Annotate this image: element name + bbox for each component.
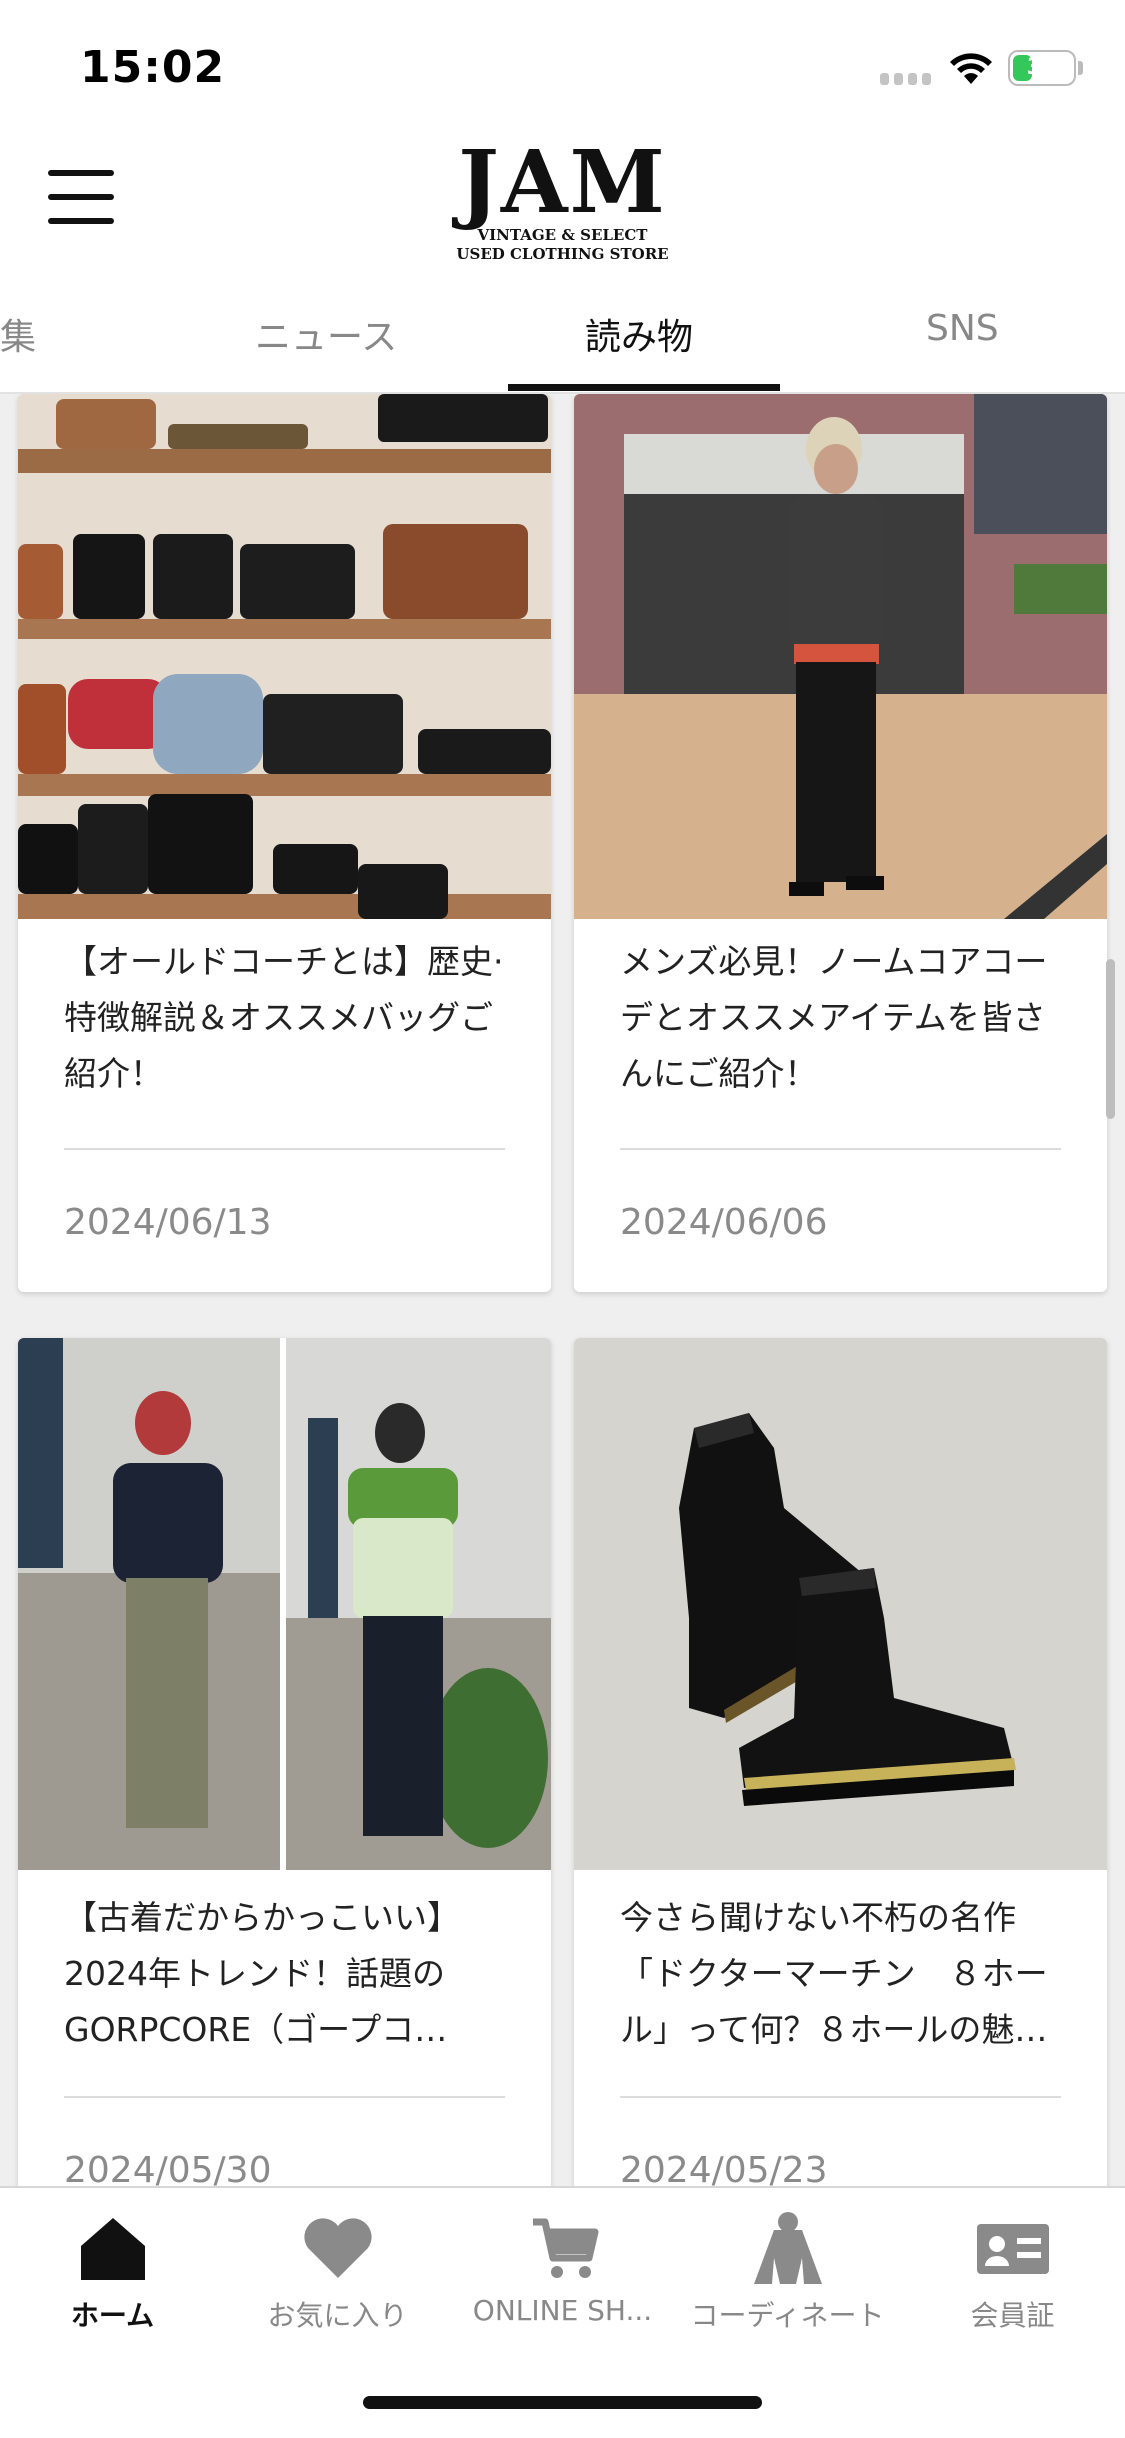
cart-icon — [532, 2218, 598, 2278]
nav-label: お気に入り — [267, 2299, 408, 2332]
article-card[interactable]: メンズ必見！ノームコアコーデとオススメアイテムを皆さんにご紹介！ 2024/06… — [574, 394, 1107, 1292]
home-icon — [80, 2218, 145, 2280]
nav-label: ホーム — [70, 2299, 155, 2332]
logo-main-text: JAM — [458, 132, 667, 233]
cellular-signal-icon — [880, 70, 936, 89]
nav-label: コーディネート — [690, 2299, 885, 2332]
article-title: 【古着だからかっこいい】2024年トレンド！話題のGORPCORE（ゴープコ… — [64, 1898, 460, 2049]
app-header: JAM VINTAGE & SELECT USED CLOTHING STORE — [0, 130, 1125, 270]
home-indicator[interactable] — [363, 2396, 762, 2409]
tab-sns[interactable]: SNS — [926, 308, 999, 349]
article-image-gorpcore — [18, 1338, 551, 1870]
article-date: 2024/05/30 — [64, 2150, 272, 2186]
logo-line-1: VINTAGE & SELECT — [477, 226, 648, 244]
nav-member-card[interactable]: 会員証 — [900, 2208, 1125, 2334]
jacket-icon — [753, 2212, 822, 2284]
active-tab-indicator — [508, 384, 780, 391]
status-bar: 15:02 30 — [0, 0, 1125, 130]
divider — [620, 1148, 1061, 1150]
article-card[interactable]: 【古着だからかっこいい】2024年トレンド！話題のGORPCORE（ゴープコ… … — [18, 1338, 551, 2186]
divider — [64, 1148, 505, 1150]
nav-coordinate[interactable]: コーディネート — [675, 2208, 900, 2334]
nav-online-shop[interactable]: ONLINE SH... — [450, 2208, 675, 2327]
article-title: メンズ必見！ノームコアコーデとオススメアイテムを皆さんにご紹介！ — [620, 942, 1048, 1093]
category-tabs: 集 ニュース 読み物 SNS — [0, 280, 1125, 394]
divider — [620, 2096, 1061, 2098]
nav-label: 会員証 — [970, 2299, 1055, 2332]
divider — [64, 2096, 505, 2098]
tab-news[interactable]: ニュース — [255, 308, 397, 360]
nav-favorites[interactable]: お気に入り — [225, 2208, 450, 2334]
article-title: 【オールドコーチとは】歴史·特徴解説＆オススメバッグご紹介！ — [64, 942, 504, 1093]
article-date: 2024/06/13 — [64, 1202, 272, 1243]
article-date: 2024/05/23 — [620, 2150, 828, 2186]
hamburger-menu-icon[interactable] — [48, 170, 114, 226]
status-time: 15:02 — [80, 42, 226, 93]
heart-icon — [303, 2218, 372, 2278]
article-grid: 【オールドコーチとは】歴史·特徴解説＆オススメバッグご紹介！ 2024/06/1… — [0, 394, 1125, 2186]
article-date: 2024/06/06 — [620, 1202, 828, 1243]
battery-level: 30 — [1026, 55, 1058, 80]
nav-label: ONLINE SH... — [472, 2294, 653, 2327]
article-title: 今さら聞けない不朽の名作「ドクターマーチン ８ホール」って何？８ホールの魅… — [620, 1898, 1048, 2049]
scrollbar-thumb[interactable] — [1106, 959, 1115, 1119]
nav-home[interactable]: ホーム — [0, 2208, 225, 2334]
article-card[interactable]: 【オールドコーチとは】歴史·特徴解説＆オススメバッグご紹介！ 2024/06/1… — [18, 394, 551, 1292]
logo-line-2: USED CLOTHING STORE — [456, 245, 669, 263]
jam-logo: JAM VINTAGE & SELECT USED CLOTHING STORE — [450, 140, 675, 264]
wifi-icon — [950, 53, 992, 84]
article-card[interactable]: 今さら聞けない不朽の名作「ドクターマーチン ８ホール」って何？８ホールの魅… 2… — [574, 1338, 1107, 2186]
battery-icon: 30 — [1008, 50, 1076, 86]
article-image-man — [574, 394, 1107, 919]
article-image-bags — [18, 394, 551, 919]
member-card-icon — [976, 2224, 1049, 2274]
tab-partial[interactable]: 集 — [0, 308, 36, 360]
article-image-boots — [574, 1338, 1107, 1870]
tab-reading[interactable]: 読み物 — [585, 308, 693, 360]
